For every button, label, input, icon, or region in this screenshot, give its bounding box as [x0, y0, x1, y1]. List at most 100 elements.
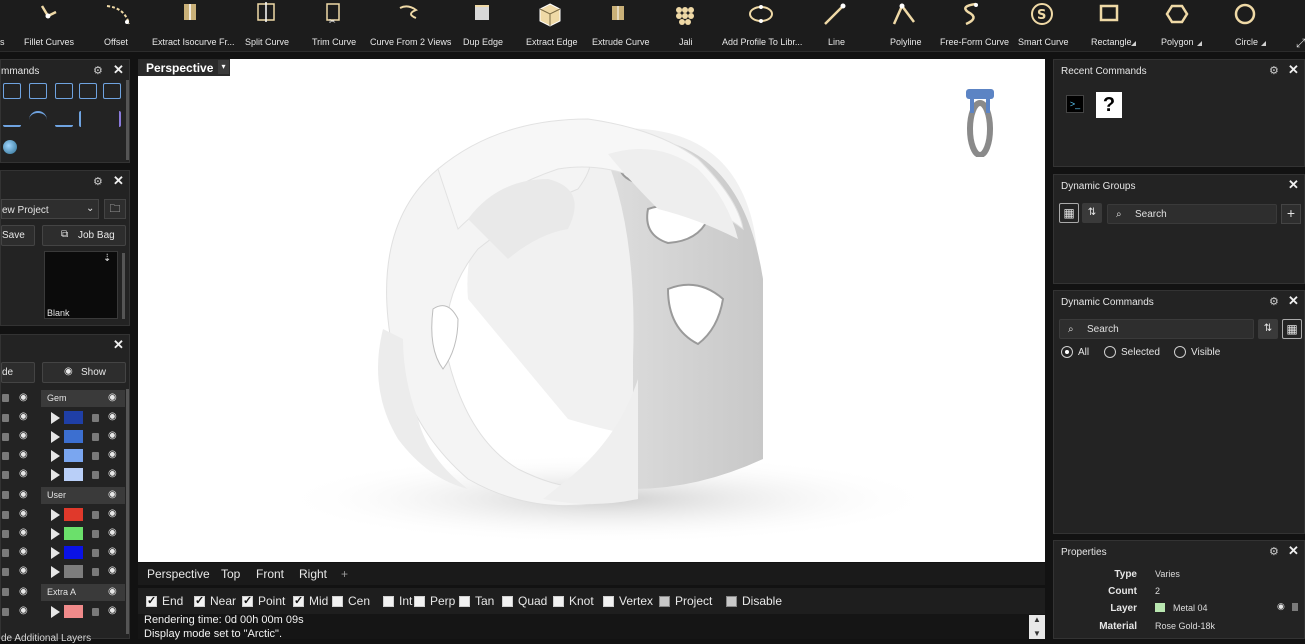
tool-dup-edge[interactable]: Dup Edge	[462, 0, 503, 52]
more-options-corner[interactable]	[1197, 41, 1202, 46]
eye-icon[interactable]: ◉	[108, 430, 117, 441]
lock-icon[interactable]	[2, 491, 9, 499]
tool-split-curve[interactable]: Split Curve	[244, 0, 289, 52]
layer-color-swatch[interactable]	[64, 565, 83, 578]
gear-icon[interactable]: ⚙	[1269, 545, 1279, 558]
eye-icon[interactable]: ◉	[108, 449, 117, 460]
tab-front[interactable]: Front	[256, 567, 284, 581]
filter-all-radio[interactable]: All	[1061, 346, 1089, 358]
terminal-icon[interactable]: >_	[1066, 95, 1084, 113]
tool-polyline[interactable]: Polyline	[888, 0, 922, 52]
scrollbar[interactable]	[126, 389, 129, 634]
chevron-down-icon[interactable]: ▾	[218, 60, 229, 74]
osnap-mid[interactable]: Mid	[293, 594, 328, 608]
lock-icon[interactable]	[92, 511, 99, 519]
tool-fillet[interactable]: s	[0, 0, 16, 52]
osnap-point[interactable]: Point	[242, 594, 285, 608]
project-select[interactable]: ew Project ⌄	[1, 199, 99, 219]
orientation-ring-widget[interactable]	[964, 87, 996, 158]
project-thumbnail[interactable]: ⇣ Blank	[44, 251, 118, 319]
scrollbar[interactable]	[122, 253, 125, 319]
layer-group-header[interactable]: Extra A ◉	[41, 584, 125, 601]
tool-offset[interactable]: Offset	[100, 0, 134, 52]
lock-icon[interactable]	[2, 414, 9, 422]
lock-icon[interactable]	[92, 414, 99, 422]
gear-icon[interactable]: ⚙	[93, 175, 103, 188]
layer-color-swatch[interactable]	[64, 605, 83, 618]
eye-icon[interactable]: ◉	[19, 392, 28, 403]
lock-icon[interactable]	[2, 608, 9, 616]
close-icon[interactable]: ✕	[113, 62, 124, 78]
eye-icon[interactable]: ◉	[108, 605, 117, 616]
show-button[interactable]: ◉ Show	[42, 362, 126, 383]
tool-add-profile[interactable]: Add Profile To Libr...	[722, 0, 802, 52]
osnap-int[interactable]: Int	[383, 594, 412, 608]
layer-color-swatch[interactable]	[64, 449, 83, 462]
lock-icon[interactable]	[1292, 603, 1298, 611]
sphere-icon[interactable]	[3, 140, 17, 154]
osnap-vertex[interactable]: Vertex	[603, 594, 653, 608]
eye-icon[interactable]: ◉	[108, 489, 117, 500]
close-icon[interactable]: ✕	[1288, 293, 1299, 309]
add-group-button[interactable]: +	[1281, 204, 1301, 224]
toolbar-expand-icon[interactable]: ⤢	[1296, 36, 1305, 51]
dynamic-commands-search[interactable]: ⌕ Search	[1059, 319, 1254, 339]
osnap-cen[interactable]: Cen	[332, 594, 370, 608]
osnap-project[interactable]: Project	[659, 594, 712, 608]
command-icon[interactable]	[103, 111, 121, 127]
sort-az-icon[interactable]: ⇅	[1258, 319, 1278, 339]
eye-icon[interactable]: ◉	[19, 605, 28, 616]
osnap-end[interactable]: End	[146, 594, 183, 608]
eye-icon[interactable]: ◉	[19, 586, 28, 597]
lock-icon[interactable]	[2, 530, 9, 538]
tool-smart-curve[interactable]: S Smart Curve	[1018, 0, 1069, 52]
perspective-viewport[interactable]	[138, 59, 1045, 562]
dynamic-groups-search[interactable]: ⌕ Search	[1107, 204, 1277, 224]
layer-group-header[interactable]: User ◉	[41, 487, 125, 504]
chevron-down-icon[interactable]: ▼	[1033, 629, 1041, 638]
layer-color-swatch[interactable]	[64, 430, 83, 443]
tool-extract-edge[interactable]: Extract Edge	[526, 0, 578, 52]
lock-icon[interactable]	[92, 530, 99, 538]
more-options-corner[interactable]	[1131, 41, 1136, 46]
eye-icon[interactable]: ◉	[108, 565, 117, 576]
eye-icon[interactable]: ◉	[19, 546, 28, 557]
layer-row[interactable]: ◉ ◉	[1, 544, 125, 562]
command-icon[interactable]	[79, 83, 97, 99]
osnap-near[interactable]: Near	[194, 594, 236, 608]
layer-row[interactable]: ◉ ◉	[1, 506, 125, 524]
lock-icon[interactable]	[92, 608, 99, 616]
tool-trim-curve[interactable]: ✂ Trim Curve	[312, 0, 356, 52]
layer-color-swatch[interactable]	[64, 411, 83, 424]
lock-icon[interactable]	[92, 549, 99, 557]
tool-fillet-curves[interactable]: Fillet Curves	[24, 0, 74, 52]
eye-icon[interactable]: ◉	[19, 468, 28, 479]
command-icon[interactable]	[3, 83, 21, 99]
command-icon[interactable]	[3, 111, 21, 127]
help-icon[interactable]: ?	[1096, 92, 1122, 118]
lock-icon[interactable]	[2, 394, 9, 402]
lock-icon[interactable]	[2, 433, 9, 441]
layer-color-swatch[interactable]	[64, 468, 83, 481]
eye-icon[interactable]: ◉	[1277, 601, 1285, 612]
command-icon[interactable]	[29, 111, 47, 127]
more-options-corner[interactable]	[1261, 41, 1266, 46]
layer-row[interactable]: ◉ ◉	[1, 525, 125, 543]
eye-icon[interactable]: ◉	[19, 508, 28, 519]
lock-icon[interactable]	[2, 452, 9, 460]
lock-icon[interactable]	[2, 588, 9, 596]
eye-icon[interactable]: ◉	[19, 449, 28, 460]
layer-row[interactable]: ◉ ◉	[1, 603, 125, 621]
expand-triangle-icon[interactable]	[51, 528, 60, 540]
filter-visible-radio[interactable]: Visible	[1174, 346, 1220, 358]
lock-icon[interactable]	[92, 568, 99, 576]
calculator-icon[interactable]: ▦	[1059, 203, 1079, 223]
expand-triangle-icon[interactable]	[51, 431, 60, 443]
tool-rectangle[interactable]: Rectangle	[1090, 0, 1136, 52]
osnap-knot[interactable]: Knot	[553, 594, 594, 608]
tab-top[interactable]: Top	[221, 567, 240, 581]
expand-triangle-icon[interactable]	[51, 469, 60, 481]
lock-icon[interactable]	[2, 549, 9, 557]
add-tab-icon[interactable]: +	[341, 567, 348, 581]
filter-selected-radio[interactable]: Selected	[1104, 346, 1160, 358]
